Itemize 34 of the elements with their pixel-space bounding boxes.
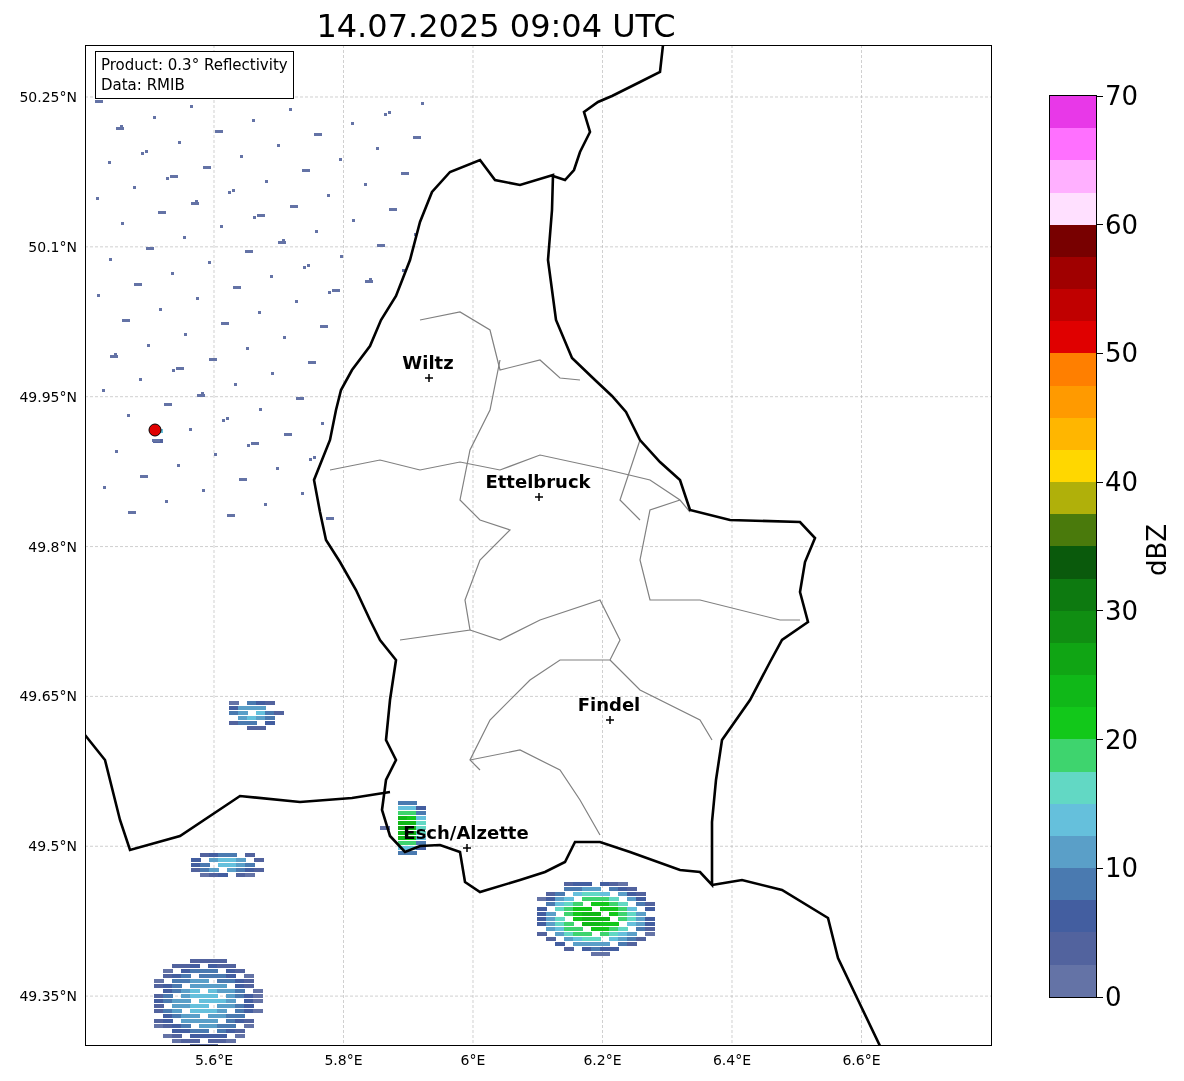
longitude-label: 5.6°E <box>194 1052 234 1068</box>
latitude-label: 50.1°N <box>28 238 77 255</box>
city-label: Wiltz <box>402 352 454 373</box>
longitude-label: 5.8°E <box>324 1052 363 1068</box>
latitude-label: 49.8°N <box>28 538 77 555</box>
longitude-label: 6.2°E <box>583 1052 622 1068</box>
colorbar-tick-label: 50 <box>1105 338 1139 369</box>
city-marker-icon <box>605 715 615 725</box>
colorbar-tick-label: 60 <box>1105 209 1139 240</box>
city-label: Esch/Alzette <box>403 822 529 843</box>
latitude-label: 49.35°N <box>19 988 77 1005</box>
colorbar-tick-label: 0 <box>1105 982 1122 1012</box>
colorbar-tick-label: 70 <box>1105 81 1139 111</box>
longitude-label: 6°E <box>460 1052 486 1068</box>
city-marker-icon <box>534 492 544 502</box>
latitude-label: 49.95°N <box>19 388 77 405</box>
colorbar-tick-label: 40 <box>1105 467 1139 498</box>
radar-site-icon <box>148 423 162 437</box>
info-text: Data: RMIB <box>101 75 186 95</box>
latitude-label: 49.5°N <box>28 838 77 855</box>
city-label: Findel <box>577 694 641 715</box>
city-marker-icon <box>424 373 434 383</box>
chart-title: 14.07.2025 09:04 UTC <box>315 6 677 45</box>
city-marker-icon <box>462 843 472 853</box>
longitude-label: 6.6°E <box>842 1052 881 1068</box>
city-label: Ettelbruck <box>485 471 591 492</box>
colorbar-tick-label: 30 <box>1105 595 1139 626</box>
longitude-label: 6.4°E <box>712 1052 752 1068</box>
colorbar-tick-label: 10 <box>1105 853 1139 884</box>
latitude-label: 50.25°N <box>19 89 77 105</box>
info-text: Product: 0.3° Reflectivity <box>101 55 288 75</box>
colorbar-label: dBZ <box>1142 523 1173 577</box>
colorbar-tick-label: 20 <box>1105 724 1139 755</box>
latitude-label: 49.65°N <box>19 688 77 705</box>
